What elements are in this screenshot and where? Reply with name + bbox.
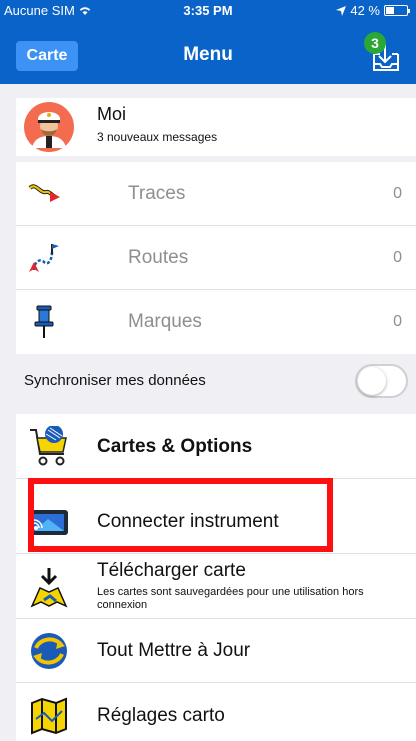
status-bar: Aucune SIM 3:35 PM 42 %: [0, 0, 416, 22]
marques-label: Marques: [128, 311, 202, 332]
routes-label: Routes: [128, 247, 189, 268]
main-menu: Cartes & Options Connecter instrument Té…: [16, 414, 416, 741]
traces-count: 0: [393, 185, 402, 202]
update-icon: [28, 630, 70, 672]
profile-messages: 3 nouveaux messages: [97, 130, 218, 144]
highlight-box: [28, 478, 333, 552]
menu-item-subtitle: Les cartes sont sauvegardées pour une ut…: [97, 586, 364, 611]
download-map-icon: [28, 566, 70, 608]
menu-item-label: Télécharger carte: [97, 560, 246, 581]
marques-count: 0: [393, 313, 402, 330]
traces-icon: [26, 176, 62, 212]
menu-item-reglages-carto[interactable]: Réglages carto: [16, 683, 416, 741]
routes-count: 0: [393, 249, 402, 266]
routes-icon: [26, 240, 62, 276]
profile-row[interactable]: Moi 3 nouveaux messages: [16, 98, 416, 156]
page-title: Menu: [183, 44, 233, 65]
battery-percent: 42 %: [350, 3, 380, 18]
menu-item-label: Cartes & Options: [97, 436, 253, 457]
counts-list: Traces 0 Routes 0 Marques 0: [16, 162, 416, 354]
sync-label: Synchroniser mes données: [24, 372, 206, 389]
menu-item-cartes-options[interactable]: Cartes & Options: [16, 414, 416, 479]
menu-item-tout-mettre-a-jour[interactable]: Tout Mettre à Jour: [16, 618, 416, 683]
toggle-knob: [358, 367, 386, 395]
download-count-badge: 3: [364, 32, 386, 54]
sync-toggle[interactable]: [355, 364, 408, 398]
status-right: 42 %: [336, 3, 410, 18]
map-settings-icon: [28, 695, 70, 737]
profile-name: Moi: [97, 104, 127, 124]
downloads-button[interactable]: 3: [364, 32, 404, 74]
avatar-icon: [24, 102, 74, 152]
battery-icon: [384, 5, 410, 16]
navigation-bar: Carte Menu 3: [0, 22, 416, 84]
routes-row[interactable]: Routes 0: [16, 226, 416, 290]
menu-item-label: Tout Mettre à Jour: [97, 640, 251, 661]
menu-item-telecharger-carte[interactable]: Télécharger carte Les cartes sont sauveg…: [16, 554, 416, 619]
traces-row[interactable]: Traces 0: [16, 162, 416, 226]
marques-row[interactable]: Marques 0: [16, 290, 416, 354]
menu-item-label: Réglages carto: [97, 705, 225, 726]
sync-row: Synchroniser mes données: [0, 356, 416, 406]
shopping-cart-icon: [28, 425, 70, 468]
traces-label: Traces: [128, 183, 186, 204]
location-arrow-icon: [336, 5, 347, 16]
pin-icon: [26, 304, 62, 340]
